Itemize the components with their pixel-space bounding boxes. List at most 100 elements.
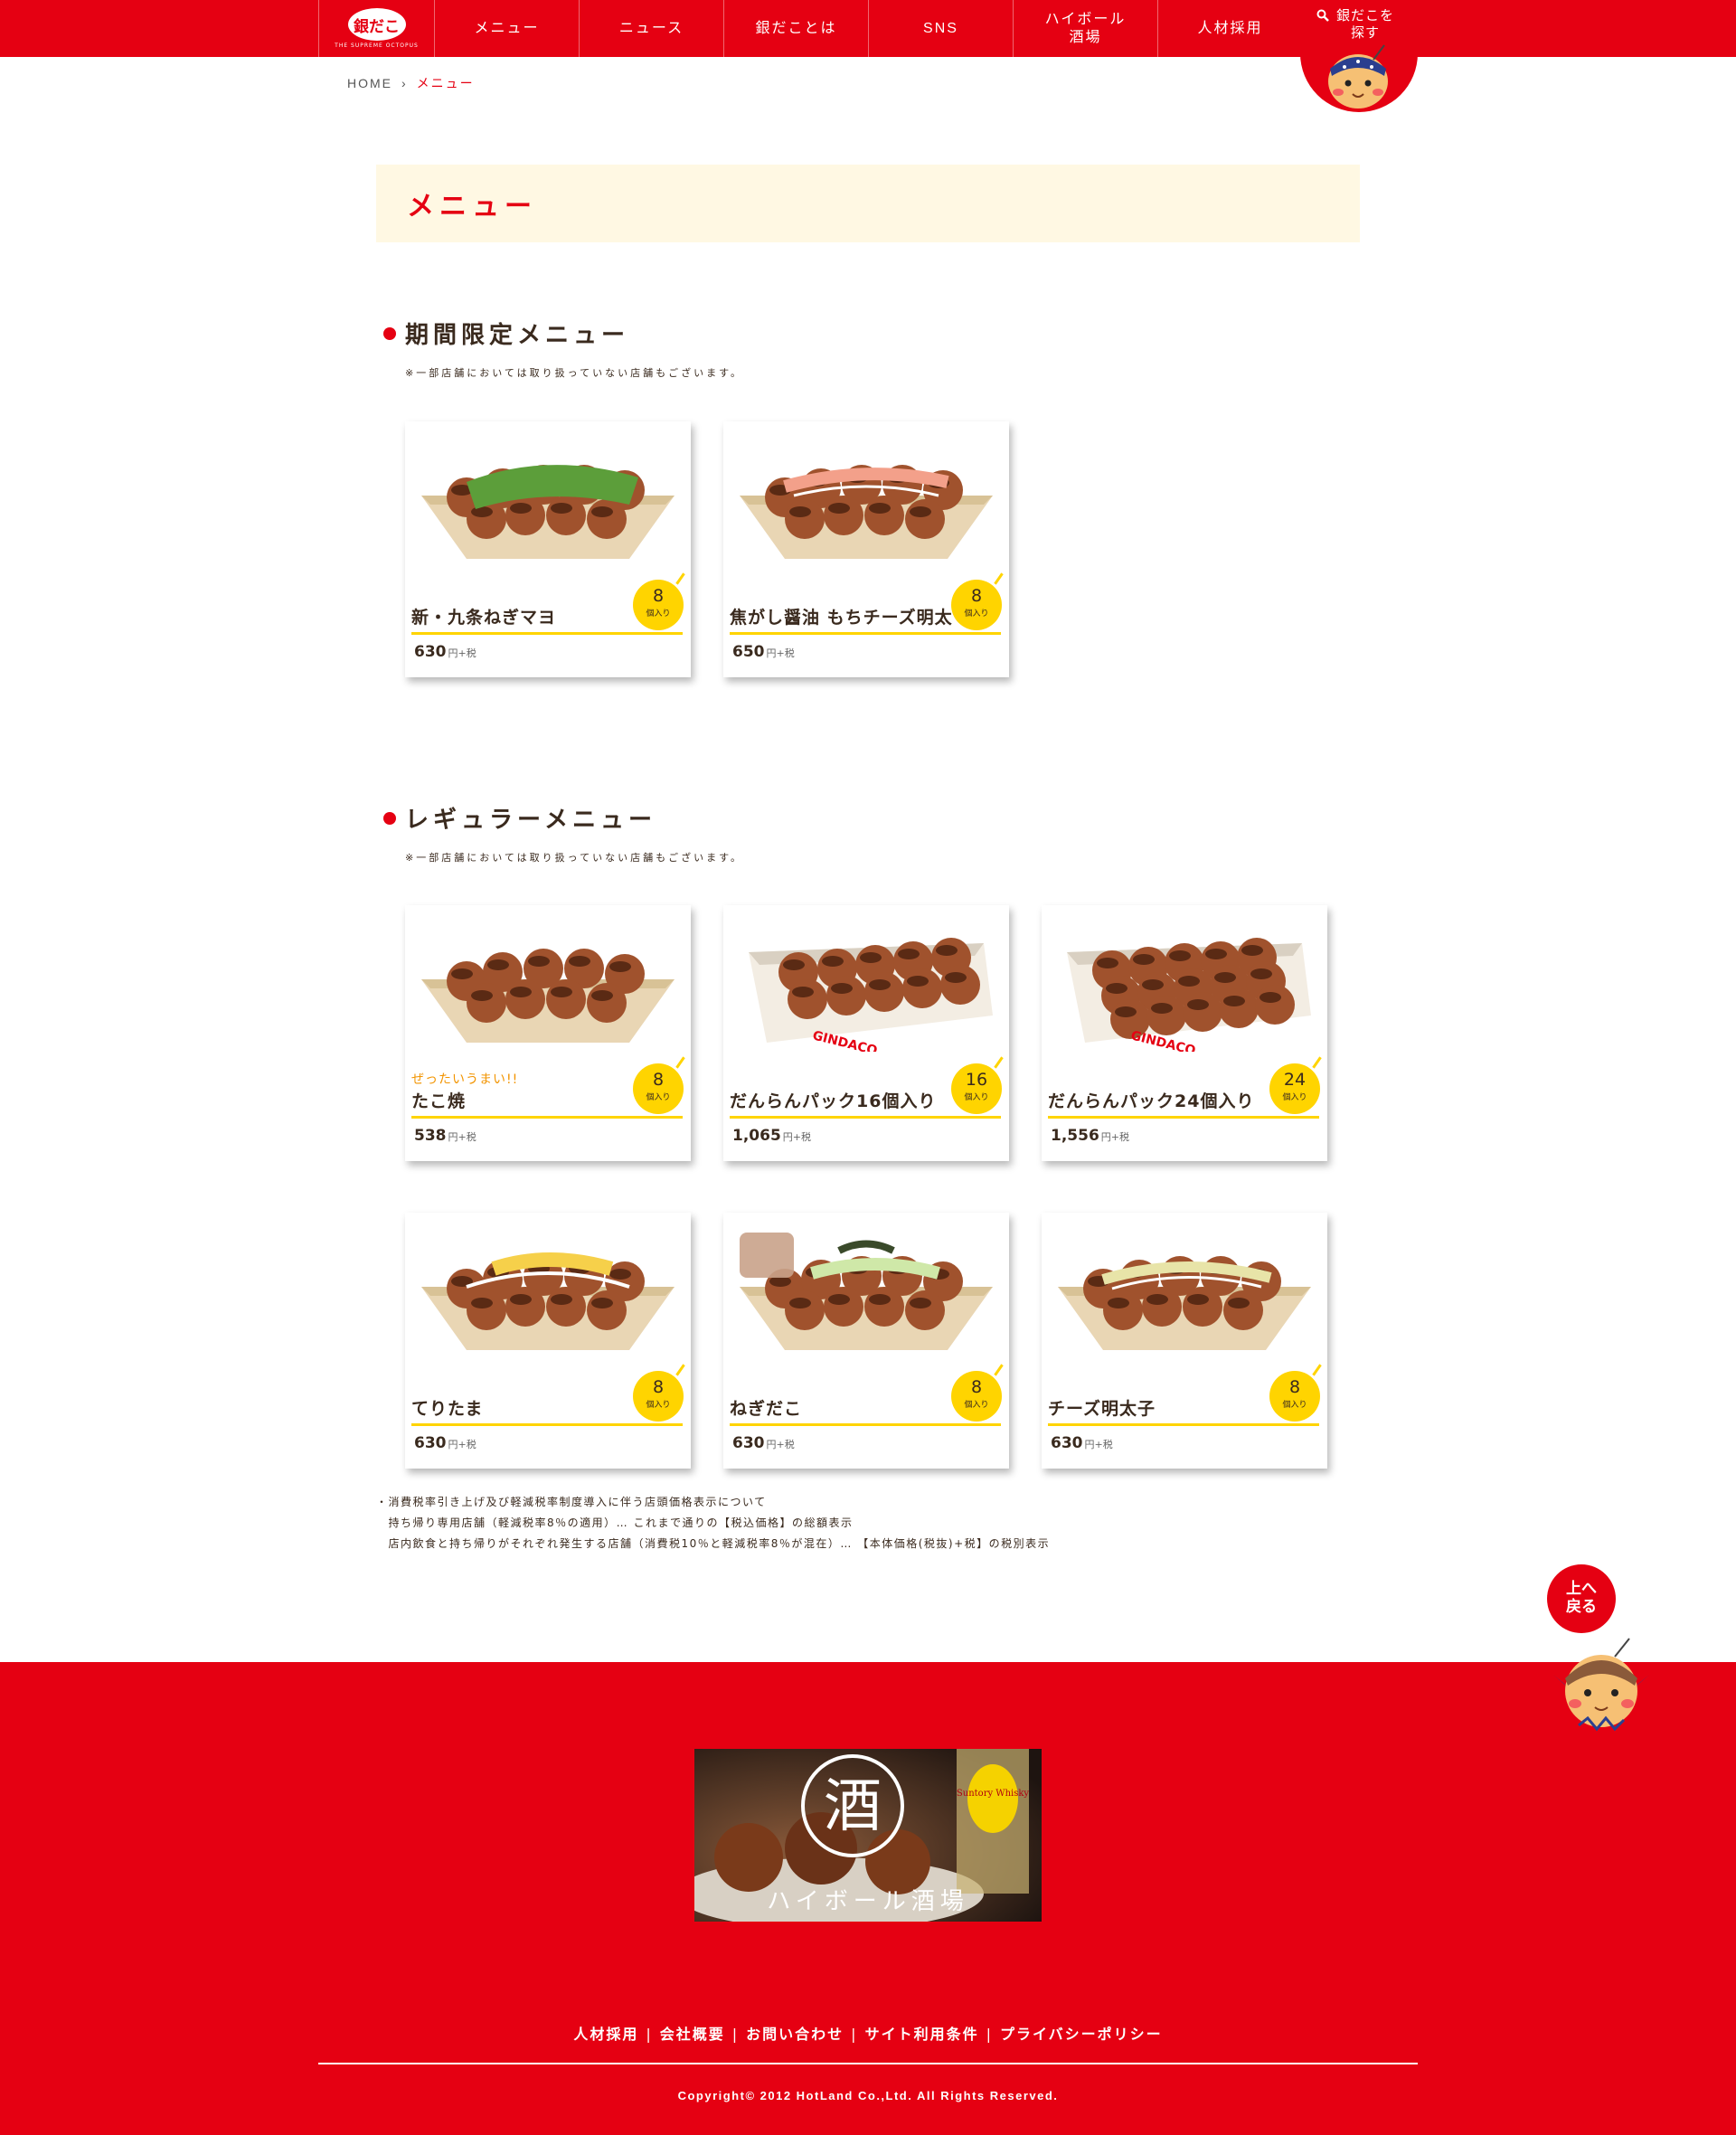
piece-count-badge: 8 個入り <box>951 1364 1004 1422</box>
price-unit: 円+税 <box>448 647 476 659</box>
breadcrumb-home[interactable]: HOME <box>347 76 392 90</box>
copyright: Copyright© 2012 HotLand Co.,Ltd. All Rig… <box>677 2089 1059 2102</box>
piece-count-unit: 個入り <box>964 1401 989 1410</box>
price-unit: 円+税 <box>782 1131 811 1143</box>
takoyaki-boat-icon <box>421 949 675 1043</box>
piece-count: 24 <box>1283 1070 1307 1090</box>
regular-menu-heading-text: レギュラーメニュー <box>405 807 656 834</box>
sake-kanji-icon: 酒 <box>824 1773 882 1840</box>
price-value: 1,065 <box>732 1127 781 1145</box>
piece-count: 8 <box>652 1070 665 1090</box>
menu-item-card[interactable]: GINDACO だんらんパック16個入り 16 個入り 1,065 円+税 <box>723 905 1009 1161</box>
price-value: 538 <box>414 1127 447 1145</box>
tax-note-line: 店内飲食と持ち帰りがそれぞれ発生する店舗（消費税10％と軽減税率8％が混在）… … <box>376 1537 1051 1550</box>
takoyaki-mentai-icon <box>740 465 993 559</box>
back-to-top-button[interactable]: 上へ 戻る <box>1547 1564 1616 1633</box>
menu-item-card[interactable]: ぜったいうまい!! たこ焼 8 個入り 538 円+税 <box>405 905 691 1161</box>
logo-tagline: THE SUPREME OCTOPUS <box>335 43 419 49</box>
bottle-label: Suntory Whisky <box>957 1789 1029 1799</box>
takoyaki-negidako-icon <box>740 1233 993 1350</box>
takoyaki-box16-icon: GINDACO <box>749 938 993 1052</box>
piece-count-unit: 個入り <box>1282 1401 1307 1410</box>
piece-count: 8 <box>1288 1377 1301 1397</box>
footer-link-contact[interactable]: お問い合わせ <box>746 2026 844 2043</box>
regular-menu-heading: レギュラーメニュー <box>383 801 656 835</box>
global-nav: 銀だこ THE SUPREME OCTOPUS メニュー ニュース 銀だことは … <box>318 0 1418 57</box>
menu-item-price: 630 円+税 <box>414 643 476 661</box>
nav-menu[interactable]: メニュー <box>435 0 580 57</box>
piece-count: 8 <box>970 1377 983 1397</box>
menu-item-card[interactable]: ねぎだこ 8 個入り 630 円+税 <box>723 1213 1009 1469</box>
takoyaki-cheese-icon <box>1058 1256 1311 1350</box>
menu-item-price: 630 円+税 <box>1051 1434 1113 1452</box>
site-logo[interactable]: 銀だこ THE SUPREME OCTOPUS <box>319 0 435 57</box>
menu-item-price: 630 円+税 <box>414 1434 476 1452</box>
price-value: 630 <box>1051 1434 1083 1452</box>
piece-count-unit: 個入り <box>646 1093 671 1102</box>
piece-count: 8 <box>652 1377 665 1397</box>
takoyaki-box24-icon: GINDACO <box>1067 938 1311 1052</box>
menu-item-card[interactable]: てりたま 8 個入り 630 円+税 <box>405 1213 691 1469</box>
piece-count-unit: 個入り <box>964 609 989 619</box>
nav-recruit[interactable]: 人材採用 <box>1158 0 1303 57</box>
piece-count-unit: 個入り <box>964 1093 989 1102</box>
breadcrumb-current: メニュー <box>416 76 475 90</box>
piece-count-badge: 24 個入り <box>1269 1056 1322 1114</box>
piece-count: 16 <box>965 1070 988 1090</box>
limited-menu-heading-text: 期間限定メニュー <box>405 322 630 349</box>
menu-item-card[interactable]: GINDACO だんらんパック24個入り 24 個入り 1,556 円+税 <box>1042 905 1327 1161</box>
price-unit: 円+税 <box>766 1439 795 1450</box>
tax-note-line: ・消費税率引き上げ及び軽減税率制度導入に伴う店頭価格表示について <box>376 1496 767 1508</box>
nav-about[interactable]: 銀だことは <box>724 0 869 57</box>
piece-count-badge: 8 個入り <box>633 1056 685 1114</box>
price-unit: 円+税 <box>448 1131 476 1143</box>
menu-item-price: 650 円+税 <box>732 643 795 661</box>
piece-count-unit: 個入り <box>1282 1093 1307 1102</box>
menu-item-price: 538 円+税 <box>414 1127 476 1145</box>
price-value: 630 <box>414 1434 447 1452</box>
highball-banner[interactable]: Suntory Whisky 酒 ハイボール酒場 <box>694 1749 1042 1922</box>
menu-item-catchphrase: ぜったいうまい!! <box>411 1072 519 1087</box>
takoyaki-teritama-icon <box>421 1252 675 1350</box>
price-value: 650 <box>732 643 765 661</box>
bullet-dot <box>383 811 396 825</box>
footer-link-recruit[interactable]: 人材採用 <box>573 2026 638 2043</box>
mascot-icon <box>1328 44 1388 109</box>
breadcrumb: HOME › メニュー <box>347 74 475 92</box>
price-value: 630 <box>414 643 447 661</box>
store-finder-button[interactable]: 銀だこを 探す <box>1300 0 1418 112</box>
menu-item-price: 1,556 円+税 <box>1051 1127 1129 1145</box>
menu-item-card[interactable]: 新・九条ねぎマヨ 8 個入り 630 円+税 <box>405 421 691 677</box>
price-unit: 円+税 <box>766 647 795 659</box>
menu-item-price: 1,065 円+税 <box>732 1127 811 1145</box>
limited-menu-heading: 期間限定メニュー <box>383 316 629 350</box>
menu-item-card[interactable]: チーズ明太子 8 個入り 630 円+税 <box>1042 1213 1327 1469</box>
tax-note-line: 持ち帰り専用店舗（軽減税率8％の適用）… これまで通りの【税込価格】の総額表示 <box>376 1516 854 1529</box>
footer-link-terms[interactable]: サイト利用条件 <box>865 2026 979 2043</box>
search-icon <box>1316 9 1329 26</box>
nav-highball[interactable]: ハイボール 酒場 <box>1014 0 1158 57</box>
regular-menu-note: ※一部店舗においては取り扱っていない店舗もございます。 <box>405 852 744 864</box>
piece-count-badge: 8 個入り <box>1269 1364 1322 1422</box>
nav-sns[interactable]: SNS <box>869 0 1014 57</box>
site-footer: Suntory Whisky 酒 ハイボール酒場 人材採用 | 会社概要 | お問い合わ… <box>0 1662 1736 2135</box>
limited-menu-note: ※一部店舗においては取り扱っていない店舗もございます。 <box>405 367 744 379</box>
price-unit: 円+税 <box>1084 1439 1113 1450</box>
price-unit: 円+税 <box>448 1439 476 1450</box>
page-title: メニュー <box>376 165 1360 242</box>
footer-links: 人材採用 | 会社概要 | お問い合わせ | サイト利用条件 | プライバシーポリシー <box>573 2026 1163 2043</box>
takoyaki-negi-icon <box>421 465 675 559</box>
menu-item-card[interactable]: 焦がし醤油 もちチーズ明太 8 個入り 650 円+税 <box>723 421 1009 677</box>
footer-link-company[interactable]: 会社概要 <box>660 2026 725 2043</box>
nav-news[interactable]: ニュース <box>580 0 724 57</box>
piece-count-badge: 8 個入り <box>633 572 685 630</box>
menu-item-price: 630 円+税 <box>732 1434 795 1452</box>
mascot-icon <box>1553 1638 1649 1732</box>
footer-divider <box>318 2063 1418 2064</box>
price-value: 630 <box>732 1434 765 1452</box>
highball-banner-label: ハイボール酒場 <box>767 1888 969 1915</box>
footer-link-privacy[interactable]: プライバシーポリシー <box>1000 2026 1163 2043</box>
piece-count: 8 <box>970 586 983 606</box>
price-unit: 円+税 <box>1100 1131 1129 1143</box>
breadcrumb-separator: › <box>401 76 408 90</box>
